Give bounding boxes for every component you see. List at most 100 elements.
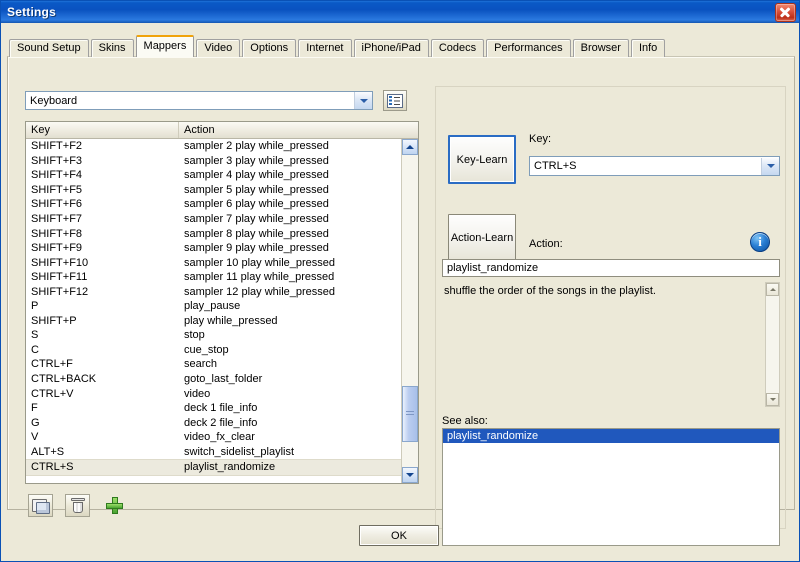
settings-window: Settings Sound SetupSkinsMappersVideoOpt… xyxy=(0,0,800,562)
cell-action: sampler 6 play while_pressed xyxy=(179,198,401,210)
action-input[interactable]: playlist_randomize xyxy=(442,259,780,277)
table-row[interactable]: Pplay_pause xyxy=(26,299,418,314)
cell-action: deck 2 file_info xyxy=(179,417,401,429)
cell-key: S xyxy=(26,329,179,341)
table-row[interactable]: SHIFT+F11sampler 11 play while_pressed xyxy=(26,270,418,285)
tab-iphone-ipad[interactable]: iPhone/iPad xyxy=(354,39,429,57)
see-also-list[interactable]: playlist_randomize xyxy=(442,428,780,546)
table-row[interactable]: SHIFT+F2sampler 2 play while_pressed xyxy=(26,139,418,154)
scroll-down-icon[interactable] xyxy=(766,393,779,406)
tab-sound-setup[interactable]: Sound Setup xyxy=(9,39,89,57)
cell-key: SHIFT+F7 xyxy=(26,213,179,225)
scroll-up-icon[interactable] xyxy=(766,283,779,296)
table-row[interactable]: Ccue_stop xyxy=(26,343,418,358)
table-row[interactable]: SHIFT+F7sampler 7 play while_pressed xyxy=(26,212,418,227)
tab-codecs[interactable]: Codecs xyxy=(431,39,484,57)
add-mapping-button[interactable] xyxy=(102,494,127,517)
table-row[interactable]: CTRL+Fsearch xyxy=(26,357,418,372)
duplicate-mapping-button[interactable] xyxy=(28,494,53,517)
table-row[interactable]: Gdeck 2 file_info xyxy=(26,415,418,430)
cell-action: video xyxy=(179,388,401,400)
description-scrollbar[interactable] xyxy=(765,282,780,407)
action-description-area: shuffle the order of the songs in the pl… xyxy=(442,282,780,407)
close-icon[interactable] xyxy=(775,3,796,22)
table-row[interactable]: SHIFT+F6sampler 6 play while_pressed xyxy=(26,197,418,212)
cell-key: CTRL+S xyxy=(26,461,179,473)
scrollbar-thumb[interactable] xyxy=(402,386,418,442)
cell-key: ALT+S xyxy=(26,446,179,458)
cell-key: SHIFT+F5 xyxy=(26,184,179,196)
cell-action: sampler 10 play while_pressed xyxy=(179,257,401,269)
tab-options[interactable]: Options xyxy=(242,39,296,57)
device-select[interactable]: Keyboard xyxy=(25,91,373,110)
mapping-list[interactable]: Key Action SHIFT+F2sampler 2 play while_… xyxy=(25,121,419,484)
table-row[interactable]: SHIFT+F9sampler 9 play while_pressed xyxy=(26,241,418,256)
table-row[interactable]: CTRL+BACKgoto_last_folder xyxy=(26,372,418,387)
cell-action: sampler 9 play while_pressed xyxy=(179,242,401,254)
tab-info[interactable]: Info xyxy=(631,39,665,57)
delete-mapping-button[interactable] xyxy=(65,494,90,517)
list-view-icon xyxy=(387,94,403,108)
action-description-text: shuffle the order of the songs in the pl… xyxy=(444,284,756,298)
ok-button[interactable]: OK xyxy=(359,525,439,546)
tab-video[interactable]: Video xyxy=(196,39,240,57)
column-header-key[interactable]: Key xyxy=(26,122,179,138)
table-row[interactable]: ALT+Sswitch_sidelist_playlist xyxy=(26,444,418,459)
table-row[interactable]: SHIFT+F8sampler 8 play while_pressed xyxy=(26,226,418,241)
tab-skins[interactable]: Skins xyxy=(91,39,134,57)
column-header-action[interactable]: Action xyxy=(179,122,401,138)
cell-action: sampler 7 play while_pressed xyxy=(179,213,401,225)
table-row[interactable]: SHIFT+F4sampler 4 play while_pressed xyxy=(26,168,418,183)
cell-key: G xyxy=(26,417,179,429)
dialog-client-area: Sound SetupSkinsMappersVideoOptionsInter… xyxy=(1,23,799,561)
cell-action: goto_last_folder xyxy=(179,373,401,385)
tab-performances[interactable]: Performances xyxy=(486,39,570,57)
cell-action: stop xyxy=(179,329,401,341)
table-row[interactable]: SHIFT+Pplay while_pressed xyxy=(26,314,418,329)
cell-key: V xyxy=(26,431,179,443)
mapping-toolbar xyxy=(28,494,127,517)
cell-key: CTRL+BACK xyxy=(26,373,179,385)
key-select[interactable]: CTRL+S xyxy=(529,156,780,176)
cell-key: C xyxy=(26,344,179,356)
chevron-down-icon[interactable] xyxy=(354,92,372,109)
scroll-up-icon[interactable] xyxy=(402,139,418,155)
key-learn-button[interactable]: Key-Learn xyxy=(448,135,516,184)
info-icon[interactable]: i xyxy=(750,232,770,252)
tab-mappers[interactable]: Mappers xyxy=(136,35,195,57)
table-row[interactable]: CTRL+Vvideo xyxy=(26,386,418,401)
cell-key: SHIFT+F12 xyxy=(26,286,179,298)
table-row[interactable]: CTRL+Splaylist_randomize xyxy=(26,459,418,476)
cell-action: sampler 8 play while_pressed xyxy=(179,228,401,240)
list-view-button[interactable] xyxy=(383,90,407,111)
cell-action: cue_stop xyxy=(179,344,401,356)
list-item[interactable]: playlist_randomize xyxy=(443,429,779,443)
table-row[interactable]: SHIFT+F12sampler 12 play while_pressed xyxy=(26,284,418,299)
mapping-list-scrollbar[interactable] xyxy=(401,139,418,483)
action-field-label: Action: xyxy=(529,238,563,250)
chevron-down-icon[interactable] xyxy=(761,158,779,175)
cell-key: SHIFT+F8 xyxy=(26,228,179,240)
table-row[interactable]: Vvideo_fx_clear xyxy=(26,430,418,445)
table-row[interactable]: SHIFT+F5sampler 5 play while_pressed xyxy=(26,183,418,198)
table-row[interactable]: SHIFT+F3sampler 3 play while_pressed xyxy=(26,154,418,169)
tab-browser[interactable]: Browser xyxy=(573,39,629,57)
cell-key: F xyxy=(26,402,179,414)
tab-panel-mappers: Keyboard Key Action SHIFT+F2sampler 2 pl… xyxy=(7,56,795,510)
table-row[interactable]: Fdeck 1 file_info xyxy=(26,401,418,416)
action-learn-button[interactable]: Action-Learn xyxy=(448,214,516,261)
see-also-label: See also: xyxy=(442,415,488,427)
cell-key: SHIFT+F3 xyxy=(26,155,179,167)
copy-icon xyxy=(32,499,49,513)
tab-strip: Sound SetupSkinsMappersVideoOptionsInter… xyxy=(9,37,667,57)
cell-key: SHIFT+F9 xyxy=(26,242,179,254)
cell-action: sampler 2 play while_pressed xyxy=(179,140,401,152)
table-row[interactable]: SHIFT+F10sampler 10 play while_pressed xyxy=(26,255,418,270)
cell-action: sampler 5 play while_pressed xyxy=(179,184,401,196)
table-row[interactable]: Sstop xyxy=(26,328,418,343)
cell-action: sampler 3 play while_pressed xyxy=(179,155,401,167)
key-field-label: Key: xyxy=(529,133,551,145)
scroll-down-icon[interactable] xyxy=(402,467,418,483)
cell-key: SHIFT+F10 xyxy=(26,257,179,269)
tab-internet[interactable]: Internet xyxy=(298,39,351,57)
